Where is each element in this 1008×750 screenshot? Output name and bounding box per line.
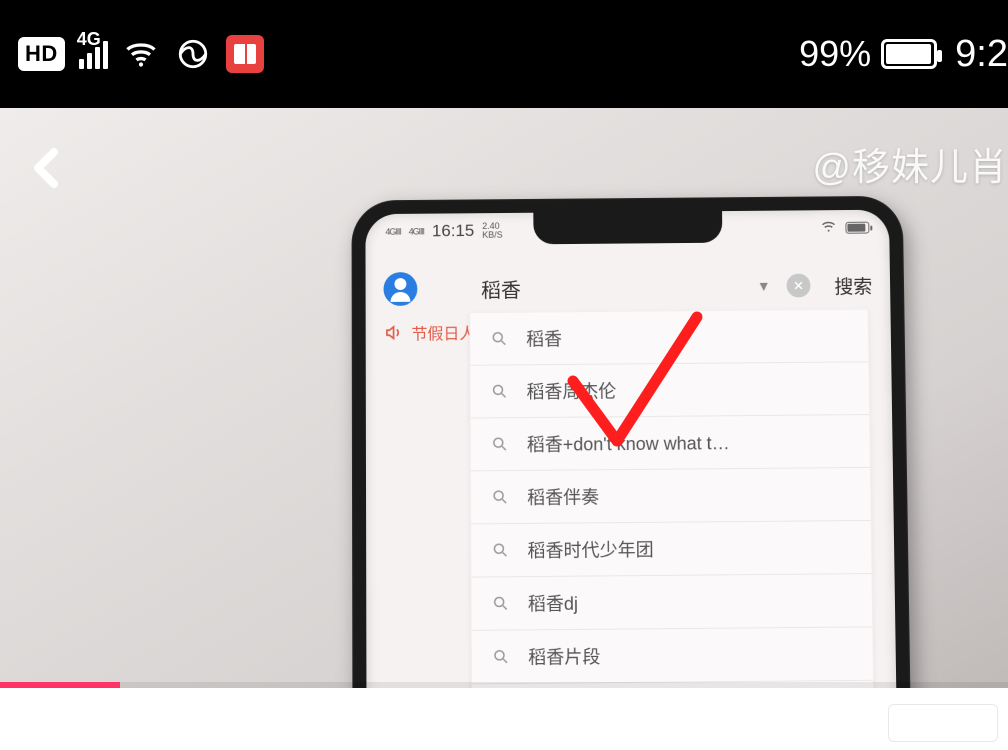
suggestion-item[interactable]: 稻香时代少年团: [471, 521, 871, 578]
outer-clock: 9:2: [955, 33, 1008, 76]
profile-avatar-icon[interactable]: [383, 272, 417, 306]
suggestion-label: 稻香周杰伦: [526, 377, 616, 404]
book-app-icon: [226, 35, 264, 73]
video-progress-fill: [0, 682, 120, 688]
suggestion-label: 稻香片段: [528, 643, 601, 670]
inner-signal-a-icon: 4G‖‖: [385, 227, 400, 237]
comment-input[interactable]: [888, 704, 998, 742]
suggestion-label: 稻香时代少年团: [527, 536, 653, 563]
search-suggestions-dropdown: 稻香 稻香周杰伦 稻香+don't know what t… 稻香伴奏 稻香时代…: [469, 309, 875, 688]
outer-status-right: 99% 9:2: [799, 33, 1008, 76]
video-progress-track[interactable]: [0, 682, 1008, 688]
suggestion-item[interactable]: 稻香: [470, 310, 868, 366]
phone-notch: [533, 211, 722, 244]
video-frame[interactable]: @移妹儿肖 4G‖‖ 4G‖‖ 16:15 2.40KB/S: [0, 108, 1008, 688]
suggestion-item[interactable]: 稻香周杰伦: [470, 362, 869, 418]
suggestion-item[interactable]: 稻香dj: [471, 574, 872, 631]
outer-status-left: HD 4G: [18, 35, 264, 73]
search-icon: [492, 648, 510, 666]
inner-phone-screen: 4G‖‖ 4G‖‖ 16:15 2.40KB/S: [365, 210, 897, 688]
inner-wifi-icon: [820, 218, 838, 239]
inner-signal-b-icon: 4G‖‖: [409, 227, 424, 237]
suggestion-label: 稻香+don't know what t…: [527, 429, 730, 457]
globe-icon: [174, 35, 212, 73]
search-icon: [490, 330, 508, 348]
suggestion-item[interactable]: 稻香伴奏: [471, 468, 871, 525]
suggestion-label: 稻香dj: [528, 590, 578, 617]
video-watermark: @移妹儿肖: [812, 136, 1008, 191]
suggestion-label: 稻香伴奏: [527, 483, 599, 510]
search-bar: 稻香 ▼ 搜索: [366, 257, 891, 317]
search-icon: [491, 488, 509, 506]
suggestion-item[interactable]: 稻香+don't know what t…: [471, 415, 870, 471]
search-icon: [491, 435, 509, 453]
wifi-icon: [122, 35, 160, 73]
speaker-icon: [384, 323, 404, 343]
cellular-signal-icon: 4G: [79, 39, 108, 69]
inner-clock: 16:15: [432, 221, 474, 241]
inner-battery-icon: [845, 222, 869, 234]
search-button[interactable]: 搜索: [834, 272, 872, 299]
search-icon: [491, 382, 509, 400]
battery-percentage: 99%: [799, 33, 871, 75]
search-icon: [491, 541, 509, 559]
clear-input-button[interactable]: [786, 274, 810, 298]
bottom-bar: [0, 688, 1008, 750]
suggestion-item[interactable]: 稻香片段: [472, 627, 873, 684]
inner-phone-device: 4G‖‖ 4G‖‖ 16:15 2.40KB/S: [351, 196, 911, 688]
battery-icon: [881, 39, 937, 69]
search-icon: [492, 594, 510, 612]
back-button[interactable]: [18, 138, 78, 198]
suggestion-label: 稻香: [526, 325, 562, 351]
chevron-down-icon[interactable]: ▼: [757, 278, 771, 294]
hd-badge: HD: [18, 37, 65, 71]
outer-status-bar: HD 4G 99% 9:2: [0, 0, 1008, 108]
search-input[interactable]: 稻香: [433, 272, 741, 303]
net-speed: 2.40KB/S: [482, 222, 502, 240]
